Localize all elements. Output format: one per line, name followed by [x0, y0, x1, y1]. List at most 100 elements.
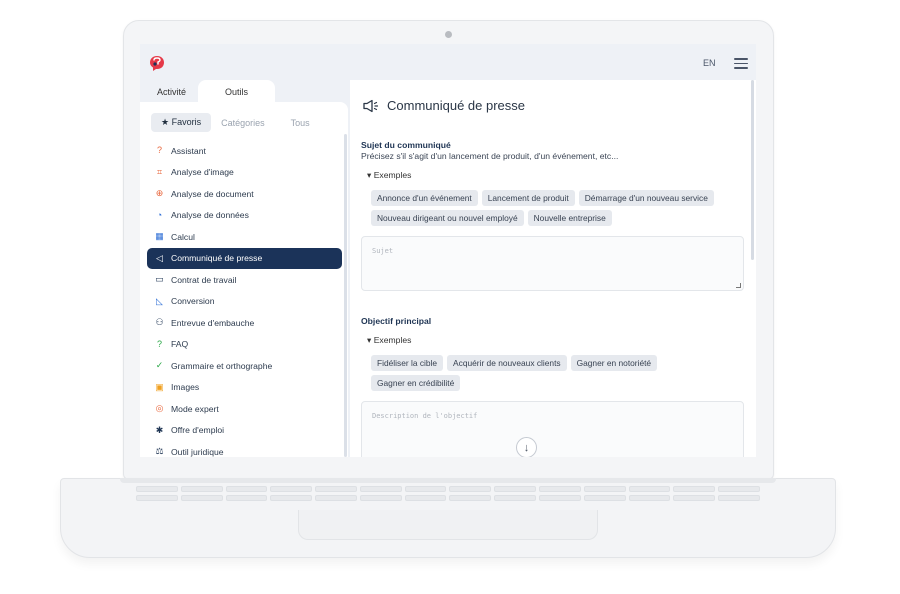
screen: EN Activité Outils ★ Favoris Catégories …: [140, 44, 756, 457]
keyboard-key: [270, 495, 313, 501]
ruler-icon: ◺: [156, 295, 163, 306]
resize-handle-icon[interactable]: [736, 283, 741, 288]
sidebar-item-label: Offre d'emploi: [171, 425, 225, 436]
sidebar-item-document-analysis[interactable]: ⊕ Analyse de document: [147, 183, 342, 205]
sidebar-item-expert[interactable]: ◎ Mode expert: [147, 398, 342, 420]
megaphone-icon: [363, 99, 379, 112]
subtab-categories[interactable]: Catégories: [211, 114, 275, 132]
keyboard-key: [449, 495, 492, 501]
sidebar-item-label: Calcul: [171, 231, 195, 242]
keyboard-key: [539, 495, 581, 501]
language-switch[interactable]: EN: [703, 58, 716, 68]
sidebar-item-assistant[interactable]: ? Assistant: [147, 140, 342, 162]
sidebar: ★ Favoris Catégories Tous ? Assistant ⌗ Ana…: [140, 102, 348, 457]
keyboard-key: [539, 486, 581, 492]
sidebar-item-label: Outil juridique: [171, 446, 224, 457]
images-icon: ▣: [155, 381, 164, 392]
example-chip[interactable]: Nouvelle entreprise: [527, 210, 612, 226]
subtab-favoris[interactable]: ★ Favoris: [151, 113, 212, 132]
sidebar-item-label: Contrat de travail: [171, 274, 237, 285]
sidebar-item-megaphone[interactable]: ◁ Communiqué de presse: [147, 247, 342, 269]
sidebar-item-scales[interactable]: ⚖ Outil juridique: [147, 441, 342, 457]
keyboard-key: [136, 495, 178, 501]
scroll-down-button[interactable]: ↓: [516, 437, 537, 457]
sidebar-item-label: FAQ: [171, 339, 189, 350]
sidebar-item-briefcase[interactable]: ▭ Contrat de travail: [147, 269, 342, 291]
keyboard-key: [315, 486, 357, 492]
sidebar-scrollbar[interactable]: [344, 134, 347, 457]
tab-outils[interactable]: Outils: [198, 80, 276, 103]
keyboard-key: [180, 495, 223, 501]
keyboard-key: [180, 486, 223, 492]
examples-label: Exemples: [373, 335, 412, 345]
logo-icon: [150, 56, 164, 71]
keyboard: [136, 486, 760, 501]
sidebar-item-label: Analyse d'image: [171, 167, 234, 178]
keyboard-key: [404, 495, 447, 501]
laptop-hinge: [120, 478, 776, 483]
sidebar-item-label: Assistant: [171, 145, 206, 156]
subject-example-chips: Annonce d'un événement Lancement de produ…: [371, 190, 741, 226]
examples-toggle-objective[interactable]: ▾ Exemples: [367, 335, 411, 346]
section-subject-desc: Précisez s'il s'agit d'un lancement de p…: [361, 151, 619, 161]
subject-textarea[interactable]: Sujet: [361, 236, 744, 291]
briefcase-icon: ▭: [155, 274, 164, 285]
subtab-tous[interactable]: Tous: [281, 114, 320, 132]
keyboard-key: [270, 486, 313, 492]
example-chip[interactable]: Gagner en notoriété: [570, 355, 658, 371]
sidebar-item-image-analysis[interactable]: ⌗ Analyse d'image: [147, 162, 342, 184]
sidebar-item-data-analysis[interactable]: ◔ Analyse de données: [147, 205, 342, 227]
job-offer-icon: ✱: [155, 424, 164, 435]
keyboard-key: [628, 495, 671, 501]
sidebar-item-label: Grammaire et orthographe: [171, 360, 273, 371]
example-chip[interactable]: Acquérir de nouveaux clients: [447, 355, 567, 371]
sidebar-item-job-offer[interactable]: ✱ Offre d'emploi: [147, 420, 342, 442]
main-panel: Communiqué de presse Sujet du communiqué…: [350, 80, 756, 457]
keyboard-key: [583, 495, 626, 501]
keyboard-key: [449, 486, 492, 492]
data-analysis-icon: ◔: [156, 209, 163, 220]
sidebar-item-ruler[interactable]: ◺ Conversion: [147, 291, 342, 313]
example-chip[interactable]: Démarrage d'un nouveau service: [578, 190, 714, 206]
section-subject-title: Sujet du communiqué: [361, 140, 451, 150]
keyboard-key: [583, 486, 626, 492]
expert-icon: ◎: [155, 403, 164, 414]
arrow-down-icon: ↓: [523, 441, 530, 454]
example-chip[interactable]: Fidéliser la cible: [371, 355, 444, 371]
sidebar-item-images[interactable]: ▣ Images: [147, 377, 342, 399]
sidebar-item-interview[interactable]: ⚇ Entrevue d'embauche: [147, 312, 342, 334]
example-chip[interactable]: Nouveau dirigeant ou nouvel employé: [371, 210, 524, 226]
megaphone-icon: ◁: [156, 252, 163, 263]
objective-placeholder: Description de l'objectif: [372, 412, 478, 420]
example-chip[interactable]: Lancement de produit: [481, 190, 575, 206]
tab-activite[interactable]: Activité: [145, 80, 198, 103]
title-row: Communiqué de presse: [363, 98, 525, 113]
keyboard-key: [404, 486, 447, 492]
sidebar-filter-tabs: ★ Favoris Catégories Tous: [151, 113, 320, 132]
faq-icon: ?: [156, 338, 162, 349]
sidebar-item-faq[interactable]: ? FAQ: [147, 334, 342, 356]
keyboard-key: [673, 495, 716, 501]
example-chip[interactable]: Annonce d'un événement: [371, 190, 478, 206]
keyboard-key: [225, 486, 268, 492]
examples-label: Exemples: [373, 170, 412, 180]
sidebar-item-calculator[interactable]: ▦ Calcul: [147, 226, 342, 248]
sidebar-item-label: Conversion: [171, 296, 215, 307]
check-icon: ✓: [155, 360, 164, 371]
keyboard-key: [359, 495, 402, 501]
interview-icon: ⚇: [155, 317, 164, 328]
subject-placeholder: Sujet: [372, 247, 394, 255]
touchpad: [298, 510, 598, 540]
sidebar-item-label: Mode expert: [171, 403, 219, 414]
sidebar-item-label: Communiqué de presse: [171, 253, 263, 264]
document-analysis-icon: ⊕: [155, 188, 164, 199]
image-analysis-icon: ⌗: [156, 166, 163, 177]
section-objective-title: Objectif principal: [361, 316, 432, 326]
example-chip[interactable]: Gagner en crédibilité: [371, 375, 461, 391]
keyboard-key: [136, 486, 178, 492]
examples-toggle-subject[interactable]: ▾ Exemples: [367, 170, 411, 181]
hamburger-menu-icon[interactable]: [734, 58, 748, 69]
main-scrollbar[interactable]: [751, 80, 754, 260]
sidebar-item-check[interactable]: ✓ Grammaire et orthographe: [147, 355, 342, 377]
objective-textarea[interactable]: Description de l'objectif: [361, 401, 744, 457]
